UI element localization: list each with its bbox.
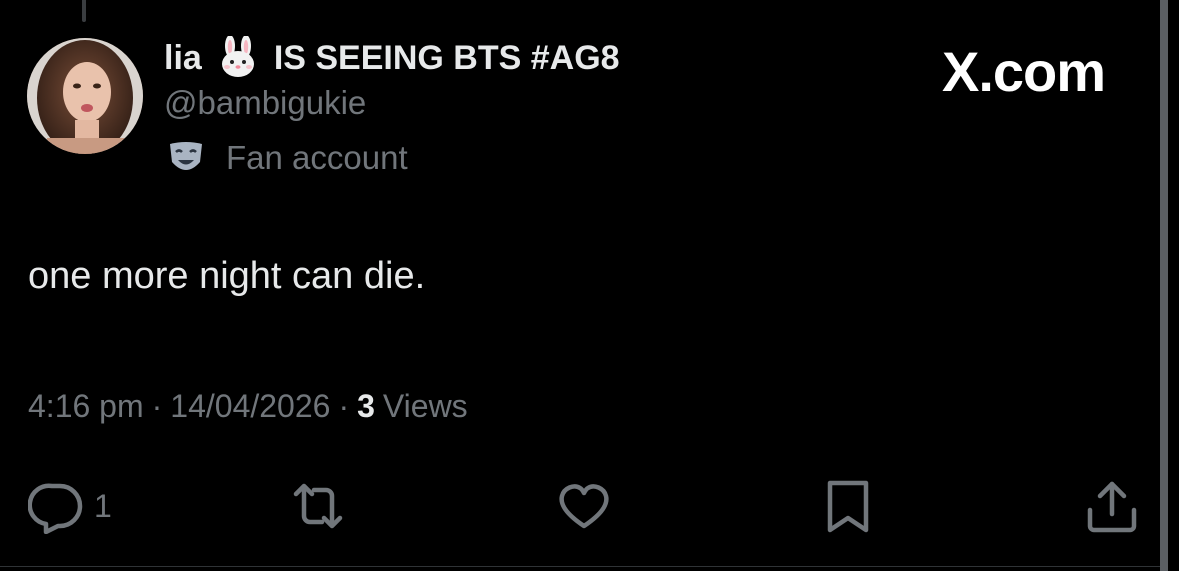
bookmark-icon — [827, 480, 869, 533]
tweet-date[interactable]: 14/04/2026 — [170, 388, 330, 425]
reply-icon — [28, 483, 83, 534]
reply-count: 1 — [94, 487, 112, 524]
reply-button[interactable]: 1 — [28, 478, 112, 534]
avatar[interactable] — [27, 38, 143, 154]
like-button[interactable] — [556, 478, 612, 534]
x-brand-watermark: X.com — [942, 40, 1106, 103]
user-handle[interactable]: @bambigukie — [164, 84, 366, 122]
avatar-image — [27, 38, 143, 154]
repost-icon — [293, 483, 343, 529]
performing-arts-mask-icon — [166, 138, 206, 178]
views-count: 3 — [357, 388, 375, 424]
account-label: Fan account — [166, 136, 408, 180]
meta-separator: · — [338, 388, 350, 424]
share-button[interactable] — [1084, 478, 1140, 534]
rabbit-face-icon — [216, 35, 260, 80]
share-icon — [1087, 481, 1137, 533]
display-name[interactable]: lia IS SEEING BTS #AG8 — [164, 35, 620, 80]
meta-separator: · — [151, 388, 163, 424]
tweet-metadata: 4:16 pm · 14/04/2026 · 3 Views — [28, 388, 468, 425]
repost-button[interactable] — [290, 478, 346, 534]
display-name-prefix: lia — [164, 38, 202, 77]
account-label-text: Fan account — [226, 139, 408, 176]
tweet-actions-bar: 1 — [0, 478, 1179, 534]
bookmark-button[interactable] — [820, 478, 876, 534]
scrollbar-edge — [1160, 0, 1168, 571]
display-name-suffix: IS SEEING BTS #AG8 — [273, 38, 620, 77]
heart-icon — [559, 484, 609, 529]
tweet-text: one more night can die. — [28, 255, 426, 297]
tweet-time[interactable]: 4:16 pm — [28, 388, 144, 425]
views-label: Views — [382, 388, 468, 424]
divider — [0, 566, 1160, 567]
thread-connector-line — [82, 0, 86, 22]
